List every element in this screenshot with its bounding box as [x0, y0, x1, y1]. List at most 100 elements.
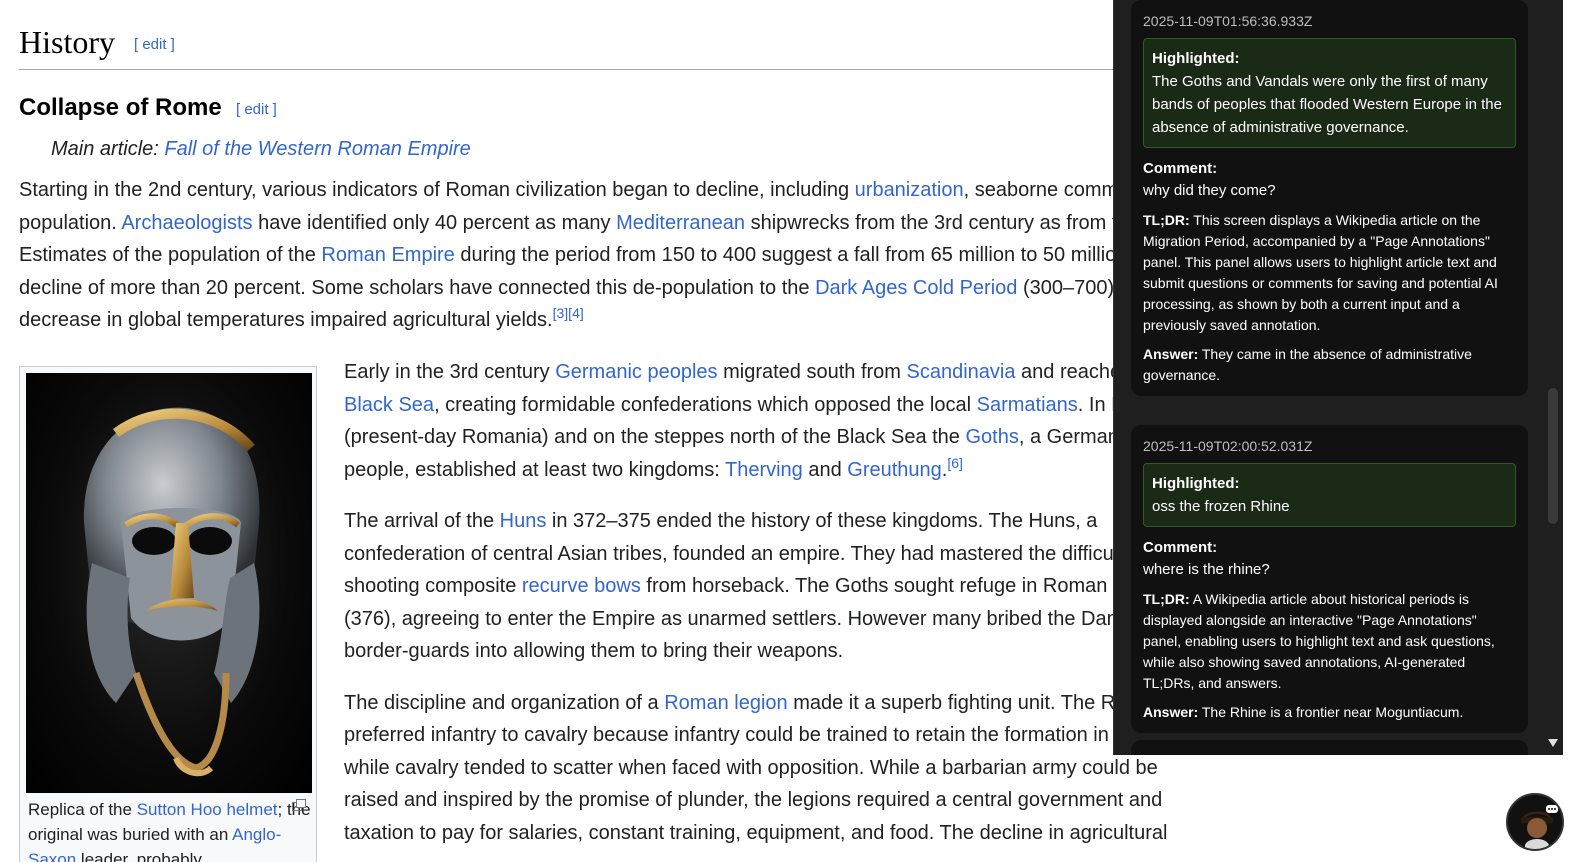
- link-recurve-bows[interactable]: recurve bows: [522, 575, 641, 597]
- section-heading-history: History [ edit ]: [19, 22, 1179, 70]
- main-article-hatnote: Main article: Fall of the Western Roman …: [51, 135, 471, 163]
- text-line: taxation to pay for salaries, constant t…: [344, 821, 1168, 844]
- text: The arrival of the: [344, 510, 500, 532]
- link-roman-empire[interactable]: Roman Empire: [321, 244, 454, 266]
- text: (300–700),: [1017, 276, 1120, 299]
- text: in 372–375 ended the history of these ki…: [546, 510, 1098, 532]
- tldr-block: TL;DR: This screen displays a Wikipedia …: [1143, 210, 1516, 336]
- link-mediterranean[interactable]: Mediterranean: [616, 212, 745, 234]
- text-line: border-guards into allowing them to brin…: [344, 640, 844, 662]
- text: The discipline and organization of a: [344, 691, 665, 714]
- enlarge-icon[interactable]: [292, 799, 306, 811]
- text-line: preferred infantry to cavalry because in…: [344, 724, 1109, 746]
- highlighted-label: Highlighted:: [1152, 475, 1240, 492]
- link-goths[interactable]: Goths: [965, 426, 1018, 448]
- text: Replica of the: [28, 800, 137, 819]
- text: and reache: [1015, 361, 1122, 383]
- article-body: Early in the 3rd century Germanic people…: [344, 356, 1179, 862]
- page-annotations-panel[interactable]: 2025-11-09T01:56:36.933Z Highlighted: Th…: [1113, 0, 1563, 755]
- avatar-icon: [1508, 795, 1562, 849]
- link-urbanization[interactable]: urbanization: [855, 179, 964, 201]
- link-huns[interactable]: Huns: [500, 510, 547, 532]
- paragraph-germanic: Early in the 3rd century Germanic people…: [344, 356, 1179, 486]
- text-line: confederation of central Asian tribes, f…: [344, 542, 1119, 565]
- text: , seaborne comm: [963, 179, 1119, 201]
- answer-block: Answer: They came in the absence of admi…: [1143, 344, 1516, 386]
- text: Early in the 3rd century: [344, 361, 556, 383]
- paragraph-intro: Starting in the 2nd century, various ind…: [19, 174, 1169, 337]
- main-article-link[interactable]: Fall of the Western Roman Empire: [164, 138, 470, 160]
- panel-scrollbar[interactable]: [1546, 0, 1560, 755]
- link-roman-legion[interactable]: Roman legion: [664, 692, 787, 714]
- answer-block: Answer: The Rhine is a frontier near Mog…: [1143, 702, 1516, 723]
- hatnote-prefix: Main article:: [51, 138, 165, 160]
- highlighted-text: The Goths and Vandals were only the firs…: [1152, 73, 1502, 136]
- comment-text: where is the rhine?: [1143, 561, 1270, 578]
- image-thumbnail: Replica of the Sutton Hoo helmet; the or…: [19, 366, 317, 862]
- text: . In: [1077, 393, 1112, 416]
- annotation-card-partial: [1131, 740, 1528, 755]
- highlighted-text-box: Highlighted: The Goths and Vandals were …: [1143, 38, 1516, 148]
- text: , a German: [1018, 426, 1119, 448]
- link-greuthung[interactable]: Greuthung: [847, 459, 942, 481]
- link-sarmatians[interactable]: Sarmatians: [977, 394, 1078, 416]
- tldr-text: A Wikipedia article about historical per…: [1143, 591, 1495, 691]
- link-dark-ages-cold-period[interactable]: Dark Ages Cold Period: [815, 277, 1017, 299]
- section-title: History: [19, 24, 115, 60]
- text: decline of more than 20 percent. Some sc…: [19, 276, 816, 299]
- text-line: (376), agreeing to enter the Empire as u…: [344, 607, 1118, 630]
- edit-subsection-link[interactable]: [ edit ]: [236, 101, 277, 118]
- link-sutton-hoo-helmet[interactable]: Sutton Hoo helmet: [137, 800, 278, 819]
- text: people, established at least two kingdom…: [344, 458, 725, 481]
- comment-label: Comment:: [1143, 539, 1218, 556]
- text: have identified only 40 percent as many: [252, 211, 617, 234]
- text: migrated south from: [717, 361, 907, 383]
- text-line: while cavalry tended to scatter when fac…: [344, 756, 1158, 779]
- text: decrease in global temperatures impaired…: [19, 309, 553, 331]
- highlighted-text: oss the frozen Rhine: [1152, 498, 1290, 515]
- text: , creating formidable confederations whi…: [434, 393, 977, 416]
- link-archaeologists[interactable]: Archaeologists: [121, 212, 252, 234]
- annotation-card: 2025-11-09T01:56:36.933Z Highlighted: Th…: [1131, 0, 1528, 396]
- text: and: [802, 458, 848, 481]
- text: leader, probably: [76, 850, 202, 862]
- tldr-block: TL;DR: A Wikipedia article about histori…: [1143, 589, 1516, 694]
- subsection-title: Collapse of Rome: [19, 94, 222, 121]
- text: from horseback. The Goths sought refuge …: [640, 575, 1119, 597]
- text: Estimates of the population of the: [19, 244, 322, 266]
- tldr-label: TL;DR:: [1143, 212, 1190, 228]
- tldr-label: TL;DR:: [1143, 591, 1190, 607]
- text: during the period from 150 to 400 sugges…: [454, 244, 1117, 266]
- annotation-card: 2025-11-09T02:00:52.031Z Highlighted: os…: [1131, 425, 1528, 733]
- answer-text: The Rhine is a frontier near Moguntiacum…: [1201, 704, 1464, 720]
- annotation-timestamp: 2025-11-09T02:00:52.031Z: [1143, 438, 1313, 454]
- comment-text: why did they come?: [1143, 182, 1276, 199]
- link-scandinavia[interactable]: Scandinavia: [907, 361, 1016, 383]
- paragraph-huns: The arrival of the Huns in 372–375 ended…: [344, 505, 1179, 668]
- sutton-hoo-helmet-image[interactable]: [26, 373, 312, 793]
- text: population.: [19, 211, 122, 234]
- paragraph-legion: The discipline and organization of a Rom…: [344, 687, 1179, 850]
- annotation-timestamp: 2025-11-09T01:56:36.933Z: [1143, 13, 1313, 29]
- link-germanic-peoples[interactable]: Germanic peoples: [555, 361, 717, 383]
- reference-link[interactable]: [3][4]: [553, 305, 584, 321]
- text-line: raised and inspired by the promise of pl…: [344, 789, 1163, 811]
- scrollbar-thumb[interactable]: [1548, 388, 1558, 524]
- tldr-text: This screen displays a Wikipedia article…: [1143, 212, 1498, 333]
- edit-section-link[interactable]: [ edit ]: [134, 36, 175, 53]
- answer-label: Answer:: [1143, 346, 1199, 362]
- highlighted-label: Highlighted:: [1152, 50, 1240, 67]
- text: shipwrecks from the 3rd century as from …: [745, 211, 1118, 234]
- assistant-avatar-button[interactable]: [1506, 793, 1564, 851]
- text: made it a superb fighting unit. The R: [787, 691, 1116, 714]
- highlighted-text-box: Highlighted: oss the frozen Rhine: [1143, 463, 1516, 527]
- text: shooting composite: [344, 575, 522, 597]
- link-therving[interactable]: Therving: [725, 459, 803, 481]
- comment-label: Comment:: [1143, 160, 1218, 177]
- link-black-sea[interactable]: Black Sea: [344, 394, 434, 416]
- scroll-down-arrow-icon[interactable]: [1548, 739, 1558, 747]
- reference-link[interactable]: [6]: [947, 455, 963, 471]
- text: (present-day Romania) and on the steppes…: [344, 426, 966, 448]
- answer-label: Answer:: [1143, 704, 1199, 720]
- image-caption: Replica of the Sutton Hoo helmet; the or…: [28, 797, 313, 862]
